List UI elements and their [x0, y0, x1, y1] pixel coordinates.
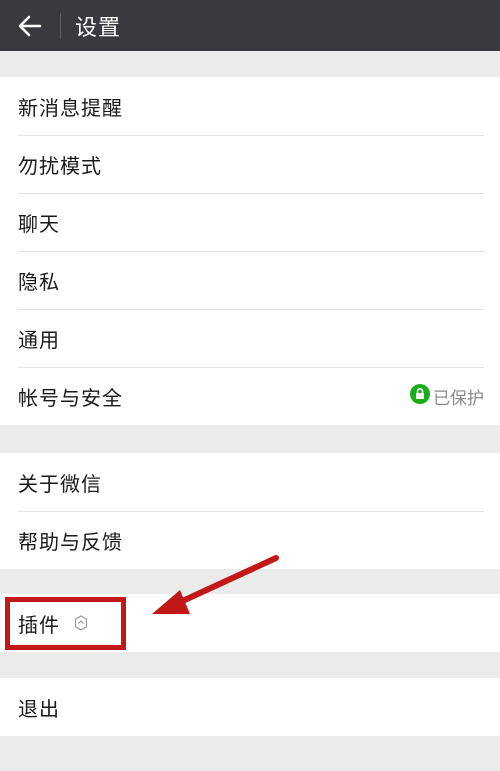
settings-item-logout[interactable]: 退出 — [0, 678, 500, 736]
settings-item-label: 勿扰模式 — [18, 153, 102, 178]
back-button[interactable] — [0, 0, 60, 51]
settings-item-help-feedback[interactable]: 帮助与反馈 — [0, 511, 500, 569]
settings-item-label: 退出 — [18, 696, 60, 721]
arrow-left-icon — [18, 15, 42, 37]
settings-item-label: 隐私 — [18, 269, 60, 294]
settings-item-privacy[interactable]: 隐私 — [0, 251, 500, 309]
settings-group-logout: 退出 — [0, 678, 500, 736]
settings-item-plugins[interactable]: 插件 — [0, 594, 500, 652]
settings-item-general[interactable]: 通用 — [0, 309, 500, 367]
settings-item-label: 插件 — [18, 612, 60, 637]
settings-group-main: 新消息提醒 勿扰模式 聊天 隐私 通用 帐号与安全 已保护 — [0, 77, 500, 425]
title-divider — [60, 12, 61, 39]
plugin-icon — [74, 615, 88, 631]
settings-item-about-wechat[interactable]: 关于微信 — [0, 453, 500, 511]
settings-item-label: 聊天 — [18, 211, 60, 236]
settings-group-plugins: 插件 — [0, 594, 500, 652]
settings-item-label: 帮助与反馈 — [18, 529, 123, 554]
settings-item-account-security[interactable]: 帐号与安全 已保护 — [0, 367, 500, 425]
settings-item-label: 通用 — [18, 327, 60, 352]
settings-item-new-message-alert[interactable]: 新消息提醒 — [0, 77, 500, 135]
settings-item-chat[interactable]: 聊天 — [0, 193, 500, 251]
settings-item-label: 帐号与安全 — [18, 385, 123, 410]
page-title: 设置 — [75, 15, 122, 41]
top-bar: 设置 — [0, 0, 500, 51]
settings-item-do-not-disturb[interactable]: 勿扰模式 — [0, 135, 500, 193]
account-status: 已保护 — [410, 384, 484, 409]
settings-item-label: 新消息提醒 — [18, 95, 123, 120]
status-badge: 已保护 — [433, 388, 484, 409]
settings-group-about: 关于微信 帮助与反馈 — [0, 453, 500, 569]
settings-item-label: 关于微信 — [18, 471, 102, 496]
lock-icon — [410, 384, 430, 408]
